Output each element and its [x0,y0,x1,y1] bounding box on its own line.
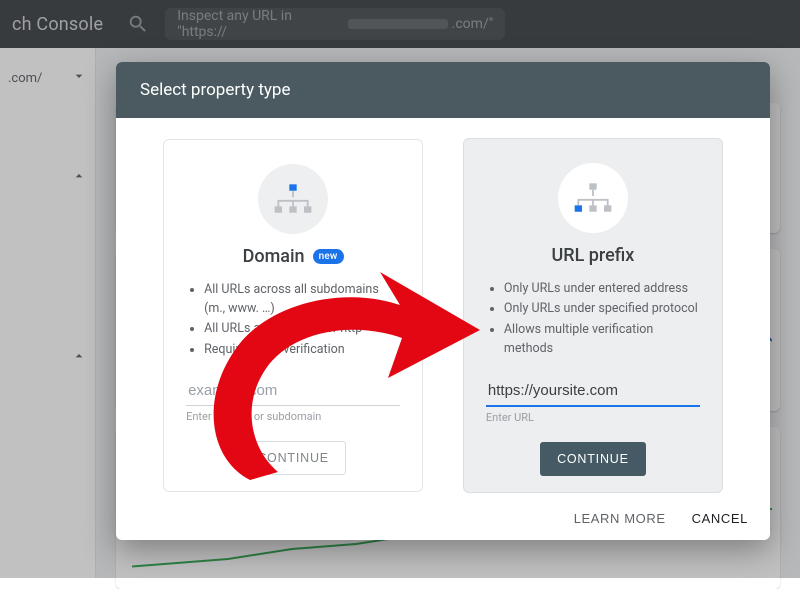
domain-input-helper: Enter domain or subdomain [186,410,400,423]
domain-bullets: All URLs across all subdomains (m., www.… [186,279,400,361]
new-badge: new [313,249,344,264]
option-card-domain[interactable]: Domain new All URLs across all subdomain… [163,139,423,493]
option-title-domain: Domain new [243,246,344,267]
bullet: Allows multiple verification methods [504,320,700,359]
bullet: All URLs across all subdomains (m., www.… [204,280,400,319]
option-title-url-prefix: URL prefix [551,245,634,266]
bullet: Only URLs under entered address [504,279,700,298]
continue-domain-button[interactable]: CONTINUE [240,441,346,475]
bullet: Requires DNS verification [204,340,400,359]
domain-input[interactable] [186,376,400,406]
cancel-button[interactable]: CANCEL [692,511,748,526]
option-title-domain-label: Domain [243,246,305,267]
url-prefix-input-helper: Enter URL [486,411,700,424]
sitemap-icon [558,163,628,233]
learn-more-button[interactable]: LEARN MORE [574,511,666,526]
bullet: All URLs across https or http [204,319,400,338]
bullet: Only URLs under specified protocol [504,299,700,318]
dialog-title: Select property type [116,62,770,118]
option-card-url-prefix[interactable]: URL prefix Only URLs under entered addre… [463,138,723,493]
dialog-footer: LEARN MORE CANCEL [116,501,770,541]
sitemap-icon [258,164,328,234]
continue-url-prefix-button[interactable]: CONTINUE [540,442,646,476]
or-label: or [437,308,449,323]
url-prefix-input[interactable] [486,376,700,407]
select-property-type-dialog: Select property type Domain new All URLs… [116,62,770,540]
url-prefix-bullets: Only URLs under entered address Only URL… [486,278,700,360]
option-title-url-prefix-label: URL prefix [551,245,634,266]
